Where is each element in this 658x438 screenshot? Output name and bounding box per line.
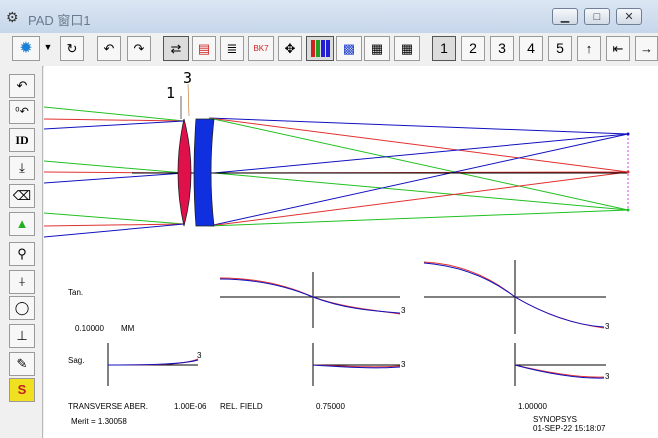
toolbar: ✹ ▼ ↻ ↶ ↷ ⇄ ▤ ≣ BK7 ✥ ▩ ▦ ▦ 1 2 3 4 5 ↑ … (0, 33, 658, 67)
lens-element-2 (193, 118, 215, 227)
sag-curve-label-2: 3 (605, 372, 610, 381)
refresh-icon[interactable]: ↻ (60, 36, 84, 61)
ray-blue-upper (44, 120, 185, 130)
page-button-2[interactable]: 2 (461, 36, 485, 61)
timestamp: 01-SEP-22 15:18:07 (533, 424, 606, 433)
scale-unit: MM (121, 324, 135, 333)
ray-green-lower (44, 212, 185, 225)
minimize-button[interactable]: ▁ (552, 8, 578, 25)
sag-curve-label-1: 3 (401, 360, 406, 369)
settings-gear-icon[interactable]: ✹ (12, 36, 40, 61)
glass-catalog-icon[interactable]: BK7 (248, 36, 274, 61)
layout-icon[interactable]: ▤ (192, 36, 216, 61)
close-button[interactable]: ✕ (616, 8, 642, 25)
expand-icon[interactable]: ✥ (278, 36, 302, 61)
redo-icon[interactable]: ↷ (127, 36, 151, 61)
sag-curve-label-0: 3 (197, 351, 202, 360)
left-toolbar: ↶ ⁰↶ ID ⤓ ⌫ ▲ ⚲ ⍭ ◯ ⊥ ✎ S (0, 66, 43, 438)
up-arrow-icon[interactable]: ↑ (577, 36, 601, 61)
field-full: 1.00000 (518, 402, 547, 411)
pencil-icon[interactable]: ✎ (9, 352, 35, 376)
ray-green-mid (44, 160, 185, 174)
synopsys-s-icon[interactable]: S (9, 378, 35, 402)
branch-icon[interactable]: ⍭ (9, 270, 35, 294)
lens-element-1 (177, 118, 192, 227)
surface-label-3: 3 (183, 69, 193, 87)
maximize-button[interactable]: □ (584, 8, 610, 25)
title-bar: ⚙ PAD 窗口1 ▁ □ ✕ (0, 0, 658, 34)
surface-label-1: 1 (166, 84, 176, 102)
vendor-label: SYNOPSYS (533, 415, 578, 424)
zero-undo-icon[interactable]: ⁰↶ (9, 100, 35, 124)
page-button-5[interactable]: 5 (548, 36, 572, 61)
eraser-icon[interactable]: ⌫ (9, 184, 35, 208)
tree-icon[interactable]: ⚲ (9, 242, 35, 266)
rel-field-label: REL. FIELD (220, 402, 263, 411)
page-button-3[interactable]: 3 (490, 36, 514, 61)
field-mid: 0.75000 (316, 402, 345, 411)
tan-label: Tan. (68, 288, 84, 297)
green-triangle-icon[interactable]: ▲ (9, 212, 35, 236)
sag-label: Sag. (68, 356, 85, 365)
wavelength: 1.00E-06 (174, 402, 207, 411)
tan-curve-label-1: 3 (401, 306, 406, 315)
synopsys-logo-icon: ⚙ (6, 9, 19, 25)
grid-b-icon[interactable]: ▦ (394, 36, 420, 61)
window-title: PAD 窗口1 (28, 13, 91, 28)
tan-curve-label-2: 3 (605, 322, 610, 331)
download-icon[interactable]: ⤓ (9, 156, 35, 180)
color-bars-icon[interactable] (306, 36, 334, 61)
dropdown-arrow-icon[interactable]: ▼ (40, 36, 56, 61)
circle-icon[interactable]: ◯ (9, 296, 35, 320)
next-arrow-icon[interactable]: → (635, 36, 658, 61)
grid-a-icon[interactable]: ▦ (364, 36, 390, 61)
page-button-4[interactable]: 4 (519, 36, 543, 61)
list-icon[interactable]: ≣ (220, 36, 244, 61)
axis-icon[interactable]: ⊥ (9, 324, 35, 348)
merit-value: Merit = 1.30058 (71, 417, 127, 426)
lens-drawing (44, 83, 630, 386)
scale-value: 0.10000 (75, 324, 104, 333)
swap-icon[interactable]: ⇄ (163, 36, 189, 61)
aberration-title: TRANSVERSE ABER. (68, 402, 149, 411)
undo-icon[interactable]: ↶ (97, 36, 121, 61)
page-button-1[interactable]: 1 (432, 36, 456, 61)
ray-blue-mid (44, 172, 185, 184)
spot-diagram-icon[interactable]: ▩ (336, 36, 362, 61)
undo-icon[interactable]: ↶ (9, 74, 35, 98)
drawing-canvas[interactable]: 1 3 Tan. 0.10000 MM Sag. 3 3 3 3 3 TRANS… (44, 66, 658, 438)
first-page-icon[interactable]: ⇤ (606, 36, 630, 61)
id-button[interactable]: ID (9, 128, 35, 152)
